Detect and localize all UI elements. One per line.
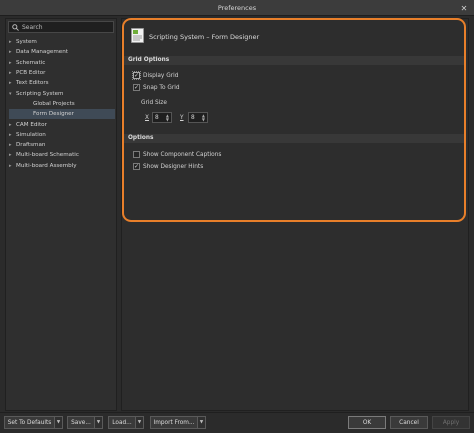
grid-size-label: Grid Size [141, 100, 167, 106]
tree-item[interactable]: ▸ Draftsman [9, 140, 115, 150]
display-grid-checkbox[interactable]: ✓ Display Grid [132, 71, 179, 80]
chevron-right-icon[interactable]: ▸ [9, 49, 16, 55]
show-component-captions-checkbox[interactable]: Show Component Captions [133, 151, 221, 158]
spin-arrows-icon[interactable]: ▲ ▼ [202, 113, 205, 122]
tree-item[interactable]: ▸ CAM Editor [9, 119, 115, 129]
chevron-right-icon[interactable]: ▸ [9, 163, 16, 169]
chevron-right-icon[interactable]: ▸ [9, 142, 16, 148]
tree-item-label: Form Designer [33, 111, 74, 118]
grid-x-label: X [145, 115, 149, 121]
tree-item-label: Text Editors [16, 80, 49, 87]
title-bar: Preferences ✕ [0, 0, 474, 16]
tree-item-label: System [16, 39, 37, 46]
page-title: Scripting System – Form Designer [149, 33, 260, 41]
tree-item[interactable]: ▸Global Projects [9, 99, 115, 109]
tree-item-label: Schematic [16, 59, 46, 66]
spin-arrows-icon[interactable]: ▲ ▼ [166, 113, 169, 122]
tree-item-label: Multi-board Assembly [16, 162, 77, 169]
grid-y-value: 8 [191, 114, 195, 121]
set-to-defaults-button[interactable]: Set To Defaults ▼ [4, 416, 63, 429]
snap-to-grid-checkbox[interactable]: ✓ Snap To Grid [133, 84, 180, 91]
cancel-button[interactable]: Cancel [390, 416, 428, 429]
show-component-captions-check-box[interactable] [133, 151, 140, 158]
show-designer-hints-check-box[interactable]: ✓ [133, 163, 140, 170]
import-from-label: Import From... [153, 419, 195, 426]
tree-item[interactable]: ▸ Schematic [9, 58, 115, 68]
grid-x-stepper[interactable]: 8 ▲ ▼ [152, 112, 172, 123]
display-grid-label: Display Grid [143, 72, 179, 79]
set-to-defaults-label: Set To Defaults [7, 419, 52, 426]
tree-item[interactable]: ▸ Multi-board Assembly [9, 161, 115, 171]
load-button[interactable]: Load... ▼ [108, 416, 144, 429]
tree-item[interactable]: ▸ Simulation [9, 130, 115, 140]
chevron-right-icon[interactable]: ▸ [9, 80, 16, 86]
form-designer-page-icon [131, 28, 144, 43]
display-grid-check-box[interactable]: ✓ [132, 71, 141, 80]
search-input[interactable]: Search [8, 21, 114, 33]
tree-item[interactable]: ▸ PCB Editor [9, 68, 115, 78]
show-designer-hints-checkbox[interactable]: ✓ Show Designer Hints [133, 163, 203, 170]
tree-item-label: Draftsman [16, 142, 46, 149]
chevron-right-icon[interactable]: ▸ [9, 132, 16, 138]
tree-item-label: PCB Editor [16, 70, 46, 77]
chevron-down-icon[interactable]: ▼ [197, 417, 205, 428]
snap-to-grid-check-box[interactable]: ✓ [133, 84, 140, 91]
ok-label: OK [362, 419, 372, 426]
save-button[interactable]: Save... ▼ [67, 416, 103, 429]
window-title: Preferences [217, 4, 257, 12]
ok-button[interactable]: OK [348, 416, 386, 429]
chevron-down-icon[interactable]: ▼ [94, 417, 102, 428]
show-component-captions-label: Show Component Captions [143, 151, 222, 158]
tree-item[interactable]: ▸ Data Management [9, 47, 115, 57]
tree-item-label: Simulation [16, 131, 46, 138]
apply-button[interactable]: Apply [432, 416, 470, 429]
chevron-down-icon[interactable]: ▾ [9, 91, 16, 97]
grid-y-stepper[interactable]: 8 ▲ ▼ [188, 112, 208, 123]
search-icon [12, 23, 19, 31]
tree-item[interactable]: ▾ Scripting System [9, 88, 115, 98]
import-from-button[interactable]: Import From... ▼ [150, 416, 206, 429]
preferences-tree: ▸ System ▸ Data Management ▸ Schematic ▸ PCB Ed… [9, 37, 115, 171]
load-label: Load... [112, 419, 132, 426]
tree-item-label: Data Management [16, 49, 68, 56]
grid-options-header: Grid Options [124, 56, 464, 65]
cancel-label: Cancel [399, 419, 419, 426]
grid-y-label: Y [180, 115, 184, 121]
chevron-down-icon[interactable]: ▼ [135, 417, 143, 428]
chevron-right-icon[interactable]: ▸ [9, 60, 16, 66]
options-header: Options [124, 134, 464, 143]
tree-item[interactable]: ▸ Text Editors [9, 78, 115, 88]
apply-label: Apply [442, 419, 460, 426]
preferences-sidebar: Search ▸ System ▸ Data Management ▸ Schematic… [5, 18, 117, 411]
tree-item-label: CAM Editor [16, 121, 47, 128]
chevron-down-icon[interactable]: ▼ [54, 417, 62, 428]
save-label: Save... [71, 419, 91, 426]
tree-item-label: Multi-board Schematic [16, 152, 79, 159]
chevron-right-icon[interactable]: ▸ [9, 122, 16, 128]
snap-to-grid-label: Snap To Grid [143, 84, 180, 91]
tree-item-label: Scripting System [16, 90, 64, 97]
grid-x-value: 8 [155, 114, 159, 121]
chevron-right-icon[interactable]: ▸ [9, 70, 16, 76]
tree-item-label: Global Projects [33, 100, 75, 107]
tree-item[interactable]: ▸ Multi-board Schematic [9, 150, 115, 160]
chevron-right-icon[interactable]: ▸ [9, 152, 16, 158]
chevron-right-icon[interactable]: ▸ [9, 39, 16, 45]
search-placeholder: Search [22, 23, 43, 31]
tree-item[interactable]: ▸Form Designer [9, 109, 115, 120]
tree-item[interactable]: ▸ System [9, 37, 115, 47]
show-designer-hints-label: Show Designer Hints [143, 163, 204, 170]
close-icon[interactable]: ✕ [458, 2, 470, 14]
